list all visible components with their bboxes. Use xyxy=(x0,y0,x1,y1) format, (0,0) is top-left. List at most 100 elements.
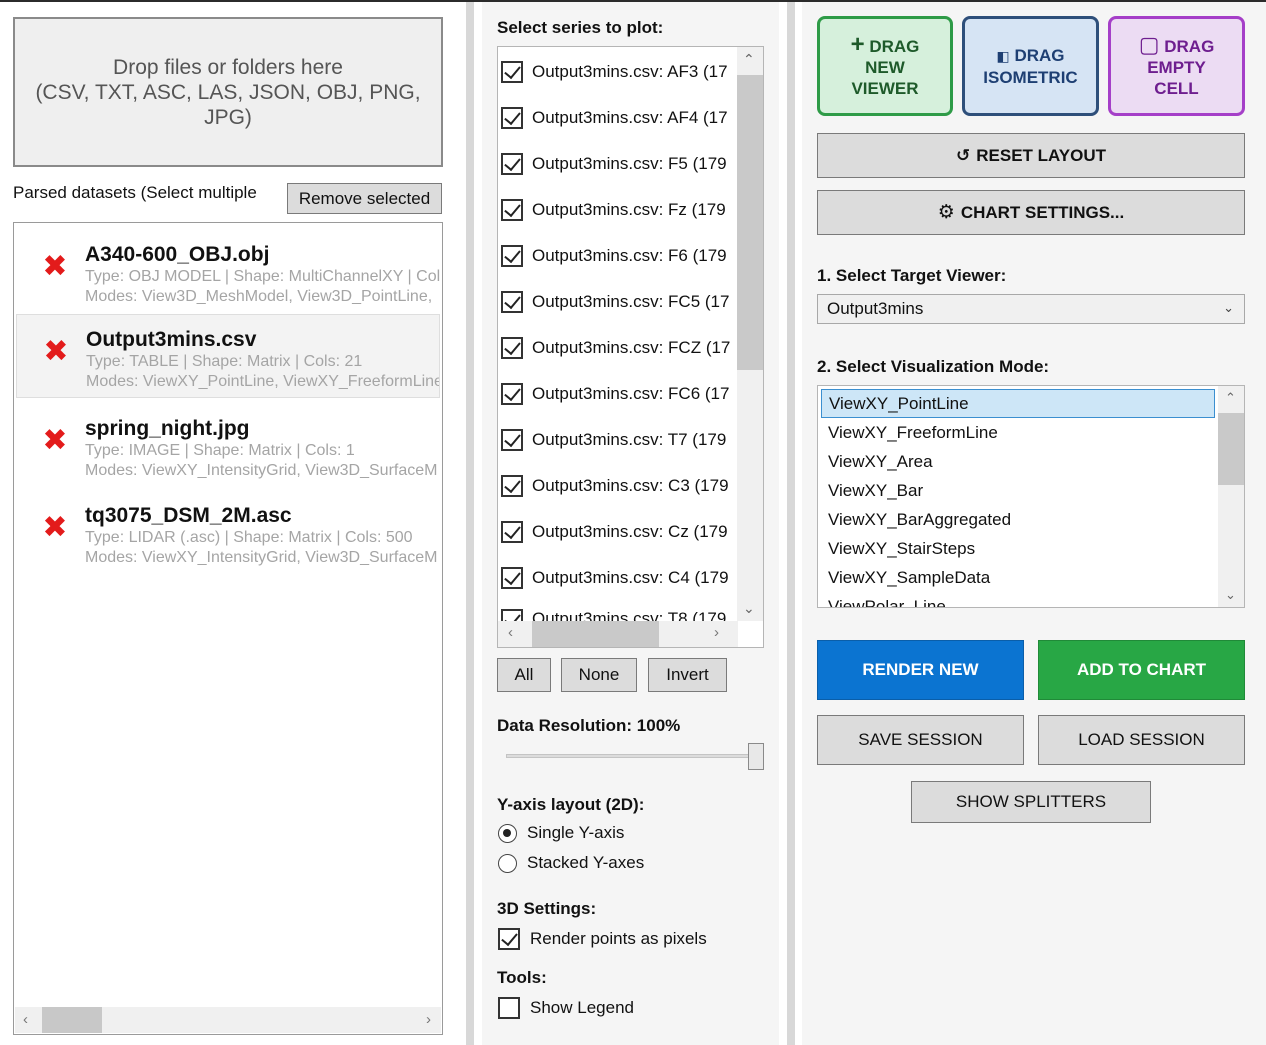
target-viewer-label: 1. Select Target Viewer: xyxy=(817,266,1007,285)
scrollbar-thumb[interactable] xyxy=(532,621,659,647)
series-checkbox[interactable] xyxy=(501,107,523,129)
series-item[interactable]: Output3mins.csv: FCZ (17 xyxy=(501,333,736,363)
remove-selected-button[interactable]: Remove selected xyxy=(287,183,442,214)
drop-zone-formats: (CSV, TXT, ASC, LAS, JSON, OBJ, PNG, JPG… xyxy=(35,80,421,129)
series-item[interactable]: Output3mins.csv: Cz (179 xyxy=(501,517,736,547)
series-checkbox[interactable] xyxy=(501,337,523,359)
series-checkbox[interactable] xyxy=(501,153,523,175)
series-checkbox[interactable] xyxy=(501,291,523,313)
select-all-button[interactable]: All xyxy=(497,658,551,692)
dataset-item-selected[interactable]: ✖ Output3mins.csv Type: TABLE | Shape: M… xyxy=(16,314,440,398)
series-item[interactable]: Output3mins.csv: T7 (179 xyxy=(501,425,736,455)
save-session-button[interactable]: SAVE SESSION xyxy=(817,715,1024,765)
series-item[interactable]: Output3mins.csv: FC6 (17 xyxy=(501,379,736,409)
target-viewer-select[interactable]: Output3mins ⌄ xyxy=(817,294,1245,324)
mode-item[interactable]: ViewPolar_Line xyxy=(821,592,1215,608)
series-checkbox[interactable] xyxy=(501,245,523,267)
mode-item-selected[interactable]: ViewXY_PointLine xyxy=(821,389,1215,418)
series-item[interactable]: Output3mins.csv: Fz (179 xyxy=(501,195,736,225)
series-item[interactable]: Output3mins.csv: C3 (179 xyxy=(501,471,736,501)
splitter-gap xyxy=(474,2,482,1045)
series-checkbox[interactable] xyxy=(501,609,523,621)
series-item[interactable]: Output3mins.csv: AF4 (17 xyxy=(501,103,736,133)
select-none-button[interactable]: None xyxy=(561,658,637,692)
drag-empty-cell-button[interactable]: ▢ DRAG EMPTY CELL xyxy=(1108,16,1245,116)
remove-dataset-icon[interactable]: ✖ xyxy=(42,252,68,282)
mode-item[interactable]: ViewXY_Bar xyxy=(821,476,1215,505)
dataset-list-hscrollbar[interactable]: ‹ › xyxy=(15,1007,441,1033)
radio-unselected-icon[interactable] xyxy=(498,853,517,873)
mode-list-vscrollbar[interactable]: ⌃ ⌄ xyxy=(1218,386,1244,607)
series-label-text: Output3mins.csv: FC6 (17 xyxy=(532,384,730,403)
show-splitters-button[interactable]: SHOW SPLITTERS xyxy=(911,781,1151,823)
series-item[interactable]: Output3mins.csv: T8 (179 xyxy=(501,609,736,621)
scroll-down-icon[interactable]: ⌄ xyxy=(743,600,755,617)
tools-label: Tools: xyxy=(497,968,547,987)
drag-isometric-button[interactable]: ◧ DRAG ISOMETRIC xyxy=(962,16,1099,116)
scroll-down-icon[interactable]: ⌄ xyxy=(1225,587,1236,603)
series-checkbox[interactable] xyxy=(501,61,523,83)
single-yaxis-label: Single Y-axis xyxy=(527,823,625,842)
render-pixels-option[interactable]: Render points as pixels xyxy=(498,928,707,950)
scrollbar-thumb[interactable] xyxy=(737,75,763,370)
mode-item[interactable]: ViewXY_BarAggregated xyxy=(821,505,1215,534)
square-icon: ▢ xyxy=(1138,31,1160,57)
series-vscrollbar[interactable]: ⌃ ⌄ xyxy=(737,47,763,621)
drag-new-viewer-button[interactable]: + DRAG NEW VIEWER xyxy=(817,16,953,116)
series-hscrollbar[interactable]: ‹ › xyxy=(498,621,738,647)
dataset-item[interactable]: ✖ tq3075_DSM_2M.asc Type: LIDAR (.asc) |… xyxy=(16,491,440,575)
scrollbar-thumb[interactable] xyxy=(1218,413,1244,485)
load-session-button[interactable]: LOAD SESSION xyxy=(1038,715,1245,765)
render-pixels-checkbox[interactable] xyxy=(498,928,520,950)
series-list[interactable]: Output3mins.csv: AF3 (17 Output3mins.csv… xyxy=(497,46,764,648)
remove-dataset-icon[interactable]: ✖ xyxy=(42,426,68,456)
right-splitter[interactable] xyxy=(787,2,795,1045)
resolution-slider-track[interactable] xyxy=(506,754,762,758)
chart-settings-button[interactable]: ⚙ CHART SETTINGS... xyxy=(817,190,1245,235)
splitter-gap xyxy=(795,2,802,1045)
invert-selection-button[interactable]: Invert xyxy=(648,658,727,692)
series-item[interactable]: Output3mins.csv: C4 (179 xyxy=(501,563,736,593)
scroll-left-icon[interactable]: ‹ xyxy=(23,1011,28,1028)
resolution-slider-thumb[interactable] xyxy=(748,743,764,770)
render-new-button[interactable]: RENDER NEW xyxy=(817,640,1024,700)
single-yaxis-option[interactable]: Single Y-axis xyxy=(498,823,624,843)
mode-item[interactable]: ViewXY_StairSteps xyxy=(821,534,1215,563)
series-checkbox[interactable] xyxy=(501,429,523,451)
dataset-item[interactable]: ✖ A340-600_OBJ.obj Type: OBJ MODEL | Sha… xyxy=(16,230,440,314)
stacked-yaxes-option[interactable]: Stacked Y-axes xyxy=(498,853,644,873)
dataset-list[interactable]: ✖ A340-600_OBJ.obj Type: OBJ MODEL | Sha… xyxy=(13,222,443,1035)
series-checkbox[interactable] xyxy=(501,475,523,497)
scrollbar-thumb[interactable] xyxy=(42,1007,102,1033)
remove-dataset-icon[interactable]: ✖ xyxy=(42,513,68,543)
scroll-right-icon[interactable]: › xyxy=(714,624,719,641)
show-legend-checkbox[interactable] xyxy=(498,997,520,1019)
series-item[interactable]: Output3mins.csv: F5 (179 xyxy=(501,149,736,179)
visualization-mode-list[interactable]: ViewXY_PointLine ViewXY_FreeformLine Vie… xyxy=(817,385,1245,608)
scroll-up-icon[interactable]: ⌃ xyxy=(1225,390,1236,406)
mode-item[interactable]: ViewXY_FreeformLine xyxy=(821,418,1215,447)
remove-dataset-icon[interactable]: ✖ xyxy=(43,337,69,367)
series-checkbox[interactable] xyxy=(501,383,523,405)
scroll-left-icon[interactable]: ‹ xyxy=(508,624,513,641)
dataset-item[interactable]: ✖ spring_night.jpg Type: IMAGE | Shape: … xyxy=(16,404,440,488)
mode-item[interactable]: ViewXY_Area xyxy=(821,447,1215,476)
mode-item[interactable]: ViewXY_SampleData xyxy=(821,563,1215,592)
series-item[interactable]: Output3mins.csv: F6 (179 xyxy=(501,241,736,271)
series-item[interactable]: Output3mins.csv: FC5 (17 xyxy=(501,287,736,317)
show-legend-option[interactable]: Show Legend xyxy=(498,997,634,1019)
series-label-text: Output3mins.csv: C4 (179 xyxy=(532,568,729,587)
file-drop-zone[interactable]: Drop files or folders here (CSV, TXT, AS… xyxy=(13,17,443,167)
left-splitter[interactable] xyxy=(466,2,474,1045)
reset-layout-button[interactable]: ↺ RESET LAYOUT xyxy=(817,133,1245,178)
series-checkbox[interactable] xyxy=(501,199,523,221)
yaxis-layout-label: Y-axis layout (2D): xyxy=(497,795,645,814)
radio-selected-icon[interactable] xyxy=(498,823,517,843)
scroll-right-icon[interactable]: › xyxy=(426,1011,431,1028)
scroll-up-icon[interactable]: ⌃ xyxy=(743,51,755,68)
add-to-chart-button[interactable]: ADD TO CHART xyxy=(1038,640,1245,700)
series-checkbox[interactable] xyxy=(501,567,523,589)
dataset-modes: Modes: ViewXY_PointLine, ViewXY_Freeform… xyxy=(86,373,440,390)
series-item[interactable]: Output3mins.csv: AF3 (17 xyxy=(501,57,736,87)
series-checkbox[interactable] xyxy=(501,521,523,543)
